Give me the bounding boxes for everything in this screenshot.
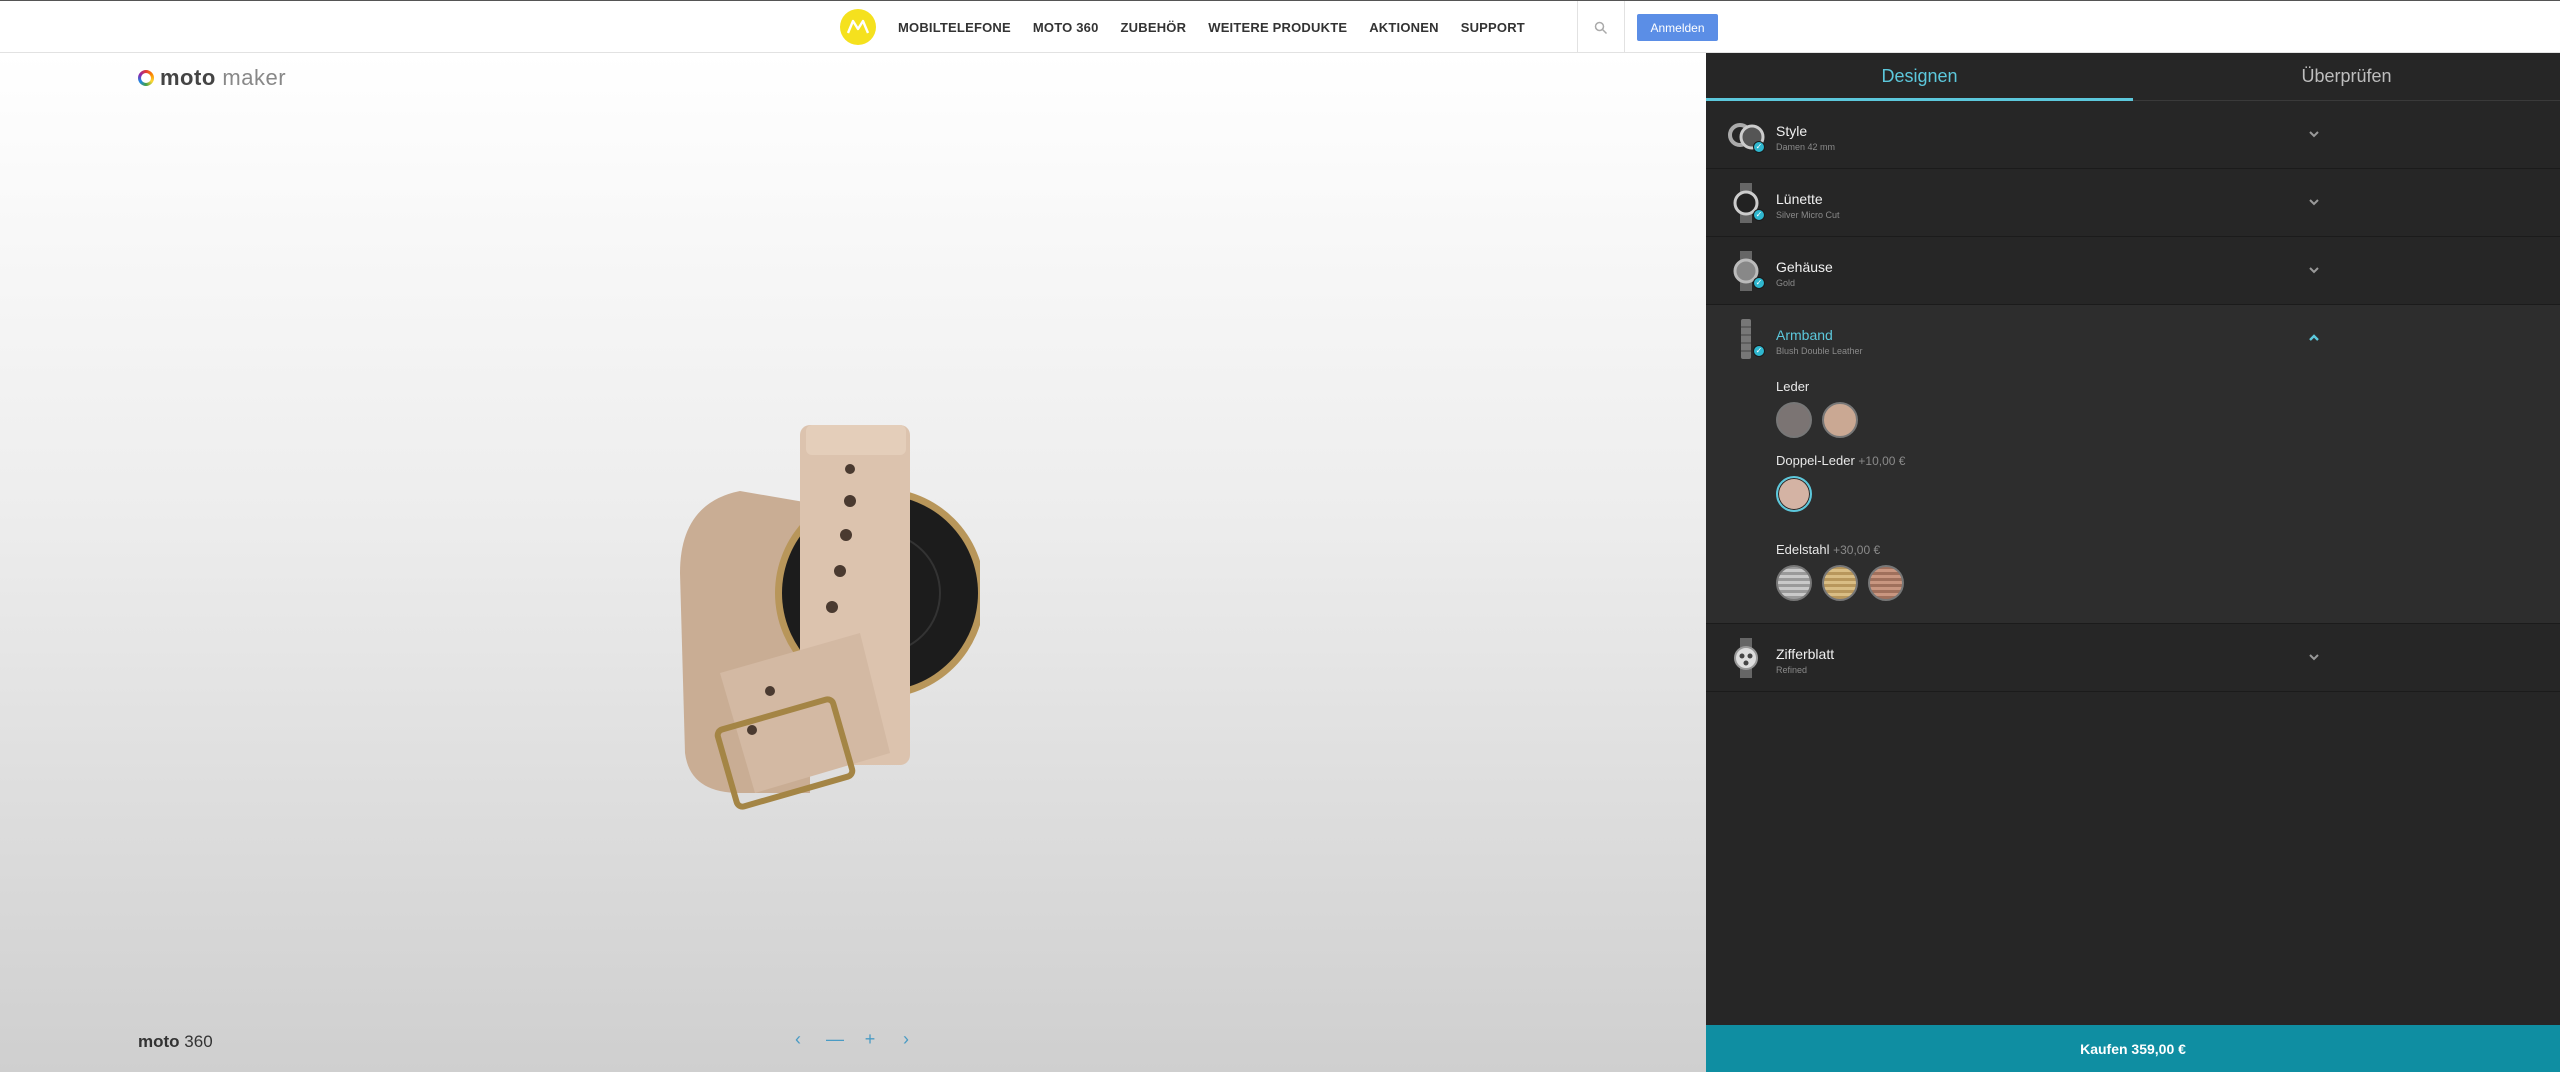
section-subtitle: Blush Double Leather	[1776, 346, 1863, 356]
login-button[interactable]: Anmelden	[1637, 14, 1718, 41]
check-icon: ✓	[1753, 209, 1765, 221]
section-title: Zifferblatt	[1776, 646, 1835, 662]
swatch-edelstahl-gold[interactable]	[1822, 565, 1858, 601]
rotate-left-button[interactable]: ‹	[790, 1030, 806, 1048]
rotate-right-button[interactable]: ›	[898, 1030, 914, 1048]
buy-button[interactable]: Kaufen 359,00 €	[1706, 1025, 2560, 1072]
nav-item-aktionen[interactable]: AKTIONEN	[1369, 20, 1439, 35]
nav-item-moto-360[interactable]: MOTO 360	[1033, 20, 1099, 35]
section-title: Style	[1776, 123, 1808, 139]
product-moto: moto	[138, 1032, 180, 1051]
nav-item-support[interactable]: SUPPORT	[1461, 20, 1525, 35]
brand-moto: moto	[160, 65, 216, 90]
chevron-down-icon	[2309, 199, 2319, 206]
chevron-down-icon	[2309, 267, 2319, 274]
moto-maker-logo: moto maker	[138, 65, 286, 91]
check-icon: ✓	[1753, 345, 1765, 357]
section-armband: ✓ Armband Blush Double Leather Leder Dop…	[1706, 305, 2560, 624]
product-name: moto 360	[138, 1032, 213, 1052]
section-title[interactable]: Armband	[1776, 327, 1833, 343]
search-icon	[1594, 21, 1608, 34]
zoom-out-button[interactable]: —	[826, 1030, 844, 1048]
section-luenette[interactable]: ✓ Lünette Silver Micro Cut	[1706, 169, 2560, 237]
group-label-leder: Leder	[1776, 379, 1809, 394]
nav-item-zubehoer[interactable]: ZUBEHÖR	[1121, 20, 1187, 35]
brand-maker: maker	[222, 65, 287, 90]
section-subtitle: Silver Micro Cut	[1776, 210, 1840, 220]
nav-item-mobiltelefone[interactable]: MOBILTELEFONE	[898, 20, 1011, 35]
group-edelstahl-name: Edelstahl	[1776, 542, 1830, 557]
section-style[interactable]: ✓ Style Damen 42 mm	[1706, 101, 2560, 169]
group-label-doppel-leder: Doppel-Leder +10,00 €	[1776, 453, 1905, 468]
group-doppel-leder-name: Doppel-Leder	[1776, 453, 1855, 468]
search-button[interactable]	[1577, 1, 1625, 54]
chevron-up-icon[interactable]	[2307, 331, 2321, 345]
product-viewer: moto maker moto 360 ‹ — + ›	[0, 53, 1706, 1072]
top-navigation: MOBILTELEFONE MOTO 360 ZUBEHÖR WEITERE P…	[0, 0, 2560, 54]
tab-designen[interactable]: Designen	[1706, 53, 2133, 101]
group-leder-name: Leder	[1776, 379, 1810, 394]
swatch-edelstahl-rose-gold[interactable]	[1868, 565, 1904, 601]
chevron-down-icon	[2309, 131, 2319, 138]
nav-item-weitere-produkte[interactable]: WEITERE PRODUKTE	[1208, 20, 1347, 35]
check-icon: ✓	[1753, 141, 1765, 153]
tab-ueberpruefen[interactable]: Überprüfen	[2133, 53, 2560, 100]
section-subtitle: Gold	[1776, 278, 1796, 288]
group-edelstahl-price: +30,00 €	[1833, 543, 1881, 557]
moto-ring-icon	[138, 70, 154, 86]
zoom-in-button[interactable]: +	[862, 1030, 878, 1048]
viewer-controls: ‹ — + ›	[790, 1030, 914, 1048]
swatch-leder-grey[interactable]	[1776, 402, 1812, 438]
group-doppel-leder-price: +10,00 €	[1858, 454, 1906, 468]
product-model: 360	[184, 1032, 213, 1051]
section-title: Gehäuse	[1776, 259, 1833, 275]
swatch-leder-blush[interactable]	[1822, 402, 1858, 438]
tab-bar: Designen Überprüfen	[1706, 53, 2560, 101]
motorola-logo-icon[interactable]	[840, 9, 876, 45]
swatch-edelstahl-silver[interactable]	[1776, 565, 1812, 601]
main-menu: MOBILTELEFONE MOTO 360 ZUBEHÖR WEITERE P…	[898, 1, 1547, 54]
swatch-doppel-leder-blush[interactable]	[1776, 476, 1812, 512]
section-title: Lünette	[1776, 191, 1823, 207]
configurator-panel: Designen Überprüfen ✓ Style Damen 42 mm …	[1706, 53, 2560, 1072]
check-icon: ✓	[1753, 277, 1765, 289]
chevron-down-icon	[2309, 654, 2319, 661]
watch-face-icon	[1734, 638, 1758, 678]
section-zifferblatt[interactable]: Zifferblatt Refined	[1706, 624, 2560, 692]
watch-preview-image[interactable]	[660, 373, 980, 813]
group-label-edelstahl: Edelstahl +30,00 €	[1776, 542, 1880, 557]
section-subtitle: Damen 42 mm	[1776, 142, 1836, 152]
buy-button-label: Kaufen 359,00 €	[2080, 1040, 2186, 1057]
section-gehaeuse[interactable]: ✓ Gehäuse Gold	[1706, 237, 2560, 305]
section-subtitle: Refined	[1776, 665, 1808, 675]
